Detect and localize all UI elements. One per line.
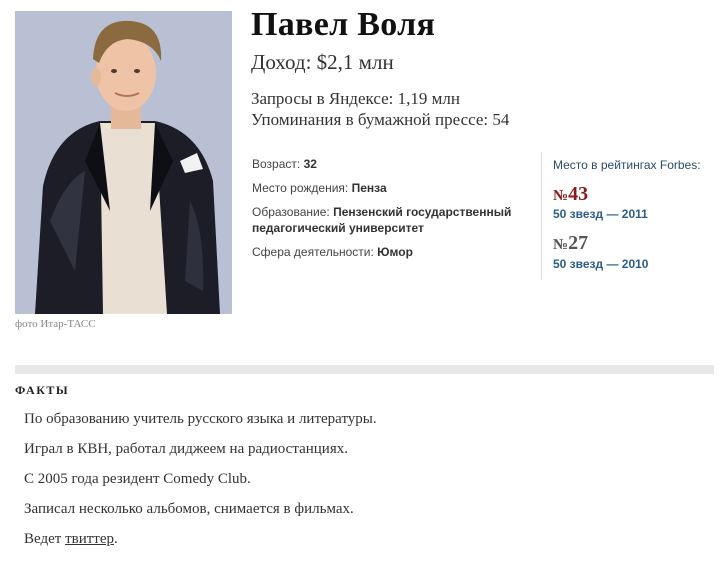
ranking-2011-label[interactable]: 50 звезд — 2011 — [553, 207, 648, 221]
twitter-link[interactable]: твиттер — [65, 531, 114, 547]
ranking-2010-number: №27 — [553, 232, 588, 255]
facts-heading: ФАКТЫ — [15, 383, 70, 397]
press-label: Упоминания в бумажной прессе: — [251, 110, 489, 129]
age-row: Возраст: 32 — [252, 157, 317, 171]
education-value-line1: Пензенский государственный — [333, 205, 512, 219]
age-label: Возраст: — [252, 157, 301, 171]
fact-item: По образованию учитель русского языка и … — [24, 411, 377, 427]
birthplace-row: Место рождения: Пенза — [252, 181, 387, 195]
yandex-label: Запросы в Яндексе: — [251, 89, 394, 108]
number-sign: № — [553, 237, 569, 253]
photo-credit: фото Итар-ТАСС — [15, 318, 96, 330]
yandex-queries: Запросы в Яндексе: 1,19 млн — [251, 89, 460, 109]
field-label: Сфера деятельности: — [252, 245, 374, 259]
press-value: 54 — [492, 110, 510, 129]
ranking-2011-number: №43 — [553, 183, 588, 206]
ranking-2010-value: 27 — [568, 232, 589, 254]
fact-item: Записал несколько альбомов, снимается в … — [24, 501, 354, 517]
yandex-value: 1,19 млн — [397, 89, 460, 108]
education-label: Образование: — [252, 205, 330, 219]
rankings-title: Место в рейтингах Forbes: — [553, 158, 701, 172]
fact-item: Играл в КВН, работал диджеем на радиоста… — [24, 441, 348, 457]
press-mentions: Упоминания в бумажной прессе: 54 — [251, 110, 509, 130]
fact-item: С 2005 года резидент Comedy Club. — [24, 471, 251, 487]
income-value: $2,1 млн — [316, 50, 394, 74]
number-sign: № — [553, 188, 569, 204]
section-divider — [15, 365, 714, 374]
income-label: Доход: — [251, 50, 312, 74]
birthplace-value: Пенза — [351, 181, 387, 195]
ranking-2011-value: 43 — [568, 183, 589, 205]
field-value: Юмор — [377, 245, 413, 259]
education-row-continued: педагогический университет — [252, 221, 424, 235]
education-value-line2: педагогический университет — [252, 221, 424, 235]
rankings-divider — [541, 152, 542, 280]
person-name: Павел Воля — [251, 6, 436, 43]
twitter-suffix: . — [114, 531, 118, 547]
field-row: Сфера деятельности: Юмор — [252, 245, 413, 259]
age-value: 32 — [303, 157, 317, 171]
portrait-image — [15, 11, 232, 314]
twitter-prefix: Ведет — [24, 531, 66, 547]
fact-item-twitter: Ведет твиттер. — [24, 531, 118, 548]
ranking-2010-label[interactable]: 50 звезд — 2010 — [553, 257, 648, 271]
birthplace-label: Место рождения: — [252, 181, 349, 195]
education-row: Образование: Пензенский государственный — [252, 205, 511, 219]
income-line: Доход: $2,1 млн — [251, 50, 394, 75]
portrait-photo — [15, 11, 232, 314]
